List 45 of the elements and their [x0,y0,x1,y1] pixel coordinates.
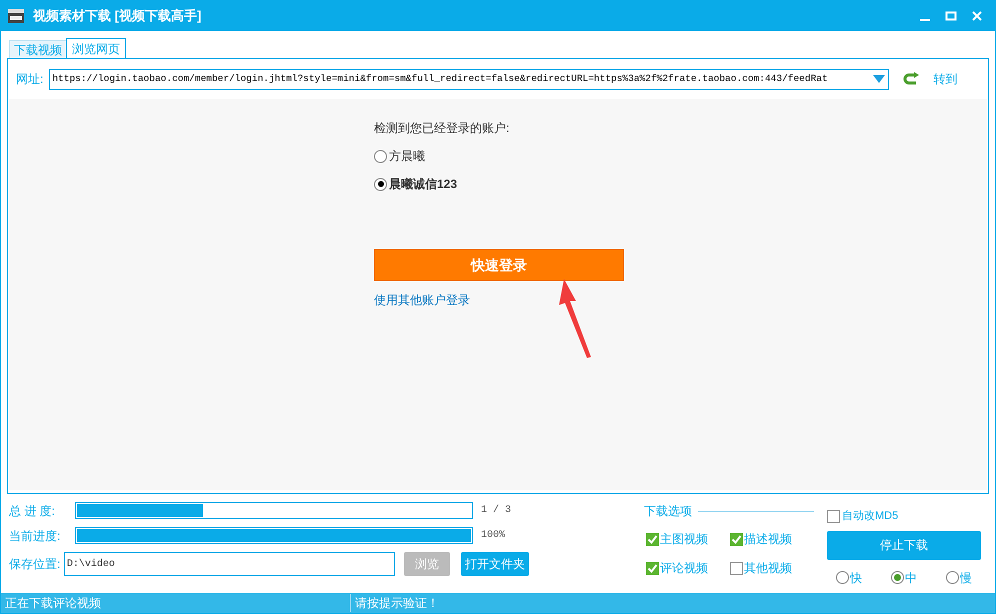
checkbox[interactable] [646,562,659,574]
progress-reading: 1 / 3 [481,504,512,518]
go-link[interactable]: 转到 [933,70,958,88]
tab[interactable]: 浏览网页 [66,38,126,58]
maximize-icon[interactable] [945,10,957,22]
option-label: 描述视频 [744,531,792,548]
account-name: 方晨曦 [389,148,425,165]
option-label: 评论视频 [660,560,708,577]
checkbox[interactable] [730,532,743,546]
radio-button[interactable] [374,150,387,162]
status-text: 请按提示验证！ [354,595,440,612]
option-label: 其他视频 [744,560,792,577]
tab[interactable]: 下载视频 [9,40,66,58]
checkbox[interactable] [730,562,743,574]
account-name: 晨曦诚信123 [389,176,458,193]
options-heading: 下载选项 [644,503,692,520]
address-label: 网址: [16,71,44,88]
window-title: 视频素材下载 [视频下载高手] [33,6,202,25]
progress-reading: 100% [481,529,506,543]
option-label: 主图视频 [660,531,708,548]
quick-login-button[interactable]: 快速登录 [374,249,624,281]
checkbox[interactable] [827,510,840,523]
radio-button[interactable] [891,571,904,584]
radio-button[interactable] [836,571,849,584]
other-account-link[interactable]: 使用其他账户登录 [374,291,470,309]
auto-md5-label: 自动改MD5 [842,509,898,524]
close-icon[interactable] [971,10,983,22]
progress-label: 总 进 度: [9,502,56,520]
status-text: 正在下载评论视频 [1,594,351,612]
login-prompt: 检测到您已经登录的账户: [374,120,510,137]
radio-button[interactable] [946,571,959,584]
save-path-field[interactable]: D:\video [64,552,396,576]
stop-download-button[interactable]: 停止下载 [827,530,981,560]
refresh-arrow-icon[interactable] [903,72,920,86]
film-clapper-icon [7,8,25,24]
speed-label: 快 [850,570,862,586]
save-location-label: 保存位置: [9,556,62,573]
dropdown-arrow-icon[interactable] [873,75,886,83]
progress-label: 当前进度: [9,528,62,544]
speed-label: 中 [905,570,917,586]
speed-label: 慢 [960,570,972,586]
address-field[interactable]: https://login.taobao.com/member/login.jhtml?style=mini&from=sm&full_redirect=false&redirectURL=https%3a%2f%2frate.taobao.com:443/feedRat [49,68,890,90]
radio-button[interactable] [374,178,387,190]
checkbox[interactable] [646,532,659,546]
open-folder-button[interactable]: 打开文件夹 [461,552,529,576]
